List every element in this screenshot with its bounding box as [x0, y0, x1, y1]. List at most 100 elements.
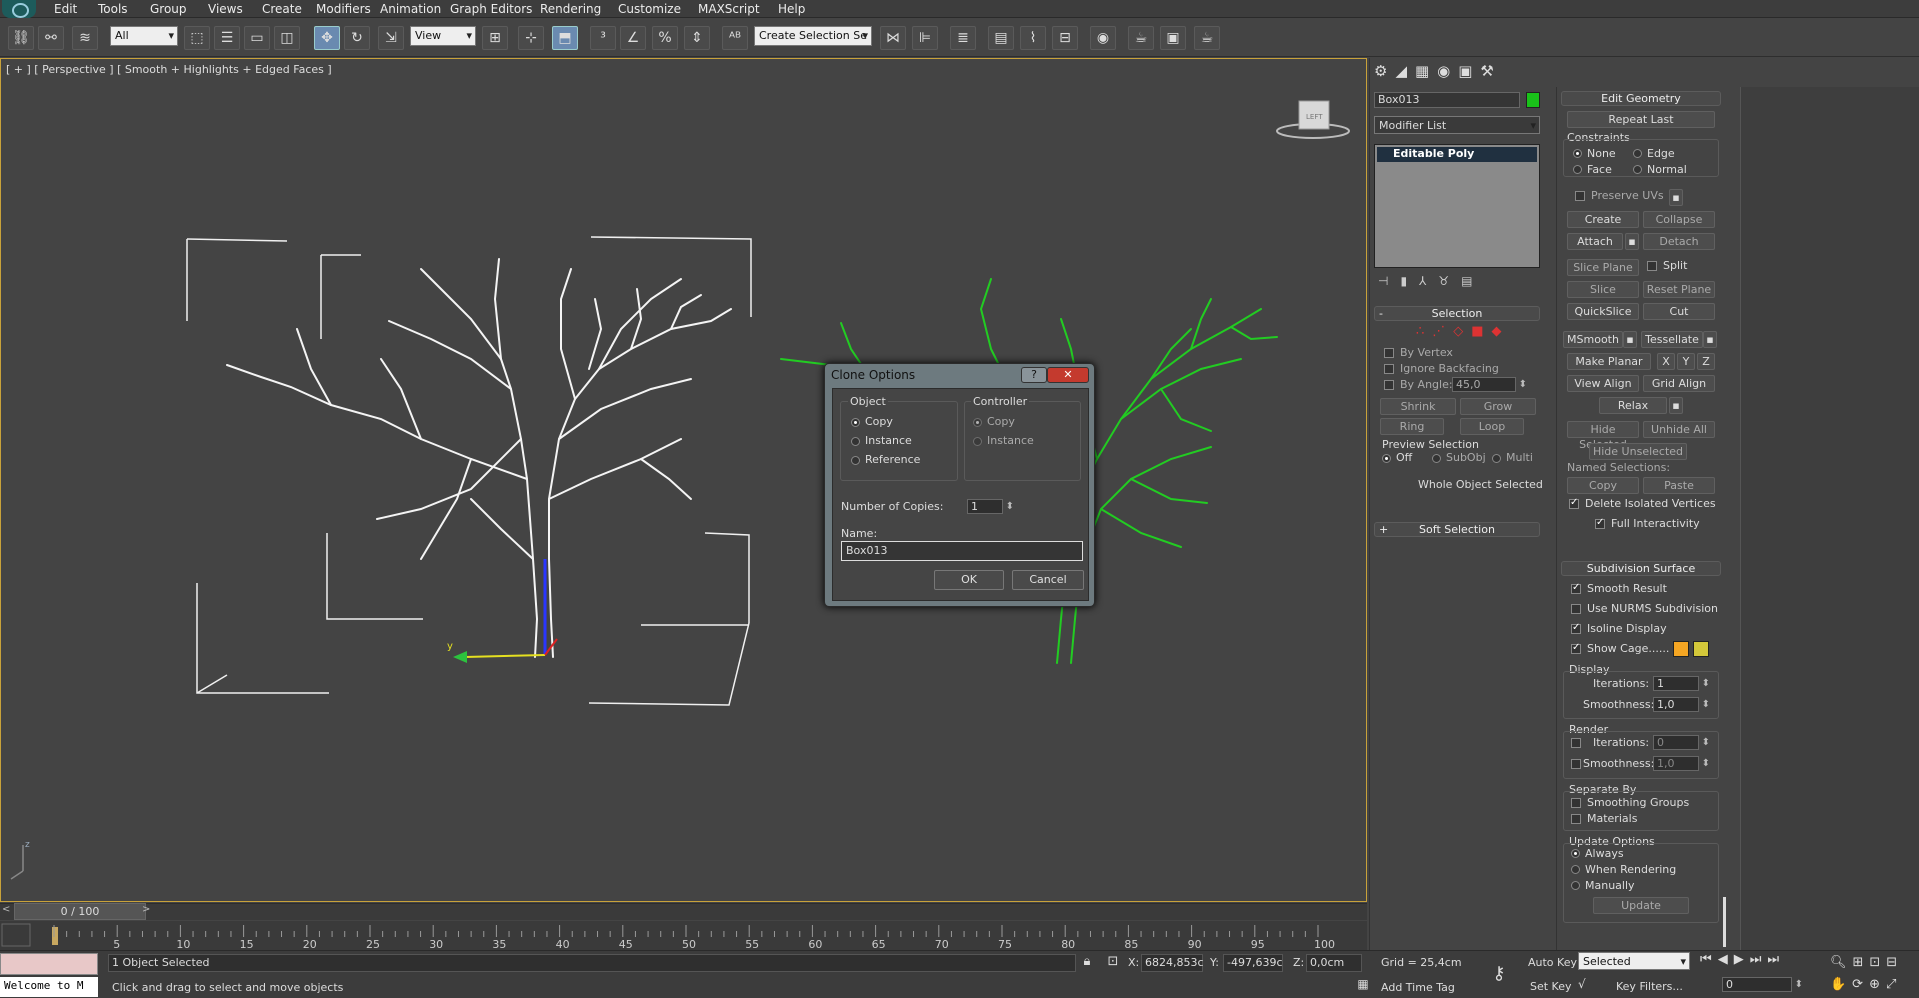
menu-edit[interactable]: Edit	[54, 1, 77, 17]
add-time-tag[interactable]: Add Time Tag	[1381, 981, 1455, 994]
reference-coordinate-dropdown[interactable]: View	[410, 26, 476, 46]
by-vertex-checkbox[interactable]	[1384, 348, 1394, 358]
shrink-button[interactable]: Shrink	[1380, 398, 1456, 415]
constraint-normal-radio[interactable]	[1633, 165, 1642, 174]
y-coordinate[interactable]: -497,639c	[1223, 954, 1283, 972]
full-interactivity-checkbox[interactable]	[1595, 517, 1605, 529]
preserve-uvs-settings-icon[interactable]: ▪	[1669, 189, 1683, 206]
menu-tools[interactable]: Tools	[98, 1, 128, 17]
attach-button[interactable]: Attach	[1567, 233, 1623, 250]
key-mode-dropdown[interactable]: Selected	[1578, 952, 1690, 971]
render-iterations-checkbox[interactable]	[1571, 738, 1581, 748]
graphite-tools-icon[interactable]: ▤	[988, 26, 1014, 50]
preserve-uvs-checkbox[interactable]	[1575, 191, 1585, 201]
show-cage-checkbox[interactable]	[1571, 642, 1581, 654]
menu-rendering[interactable]: Rendering	[540, 1, 601, 17]
select-manipulate-icon[interactable]: ⊹	[518, 26, 544, 50]
update-button[interactable]: Update	[1593, 897, 1689, 914]
bind-space-warp-icon[interactable]: ≋	[72, 26, 98, 50]
split-checkbox[interactable]	[1647, 261, 1657, 271]
relax-button[interactable]: Relax	[1599, 397, 1667, 414]
menu-customize[interactable]: Customize	[618, 1, 681, 17]
material-editor-icon[interactable]: ◉	[1090, 26, 1116, 50]
rollout-scrollbar[interactable]	[1723, 897, 1726, 947]
selection-rollout-header[interactable]: - Selection	[1374, 306, 1540, 321]
edit-geometry-header[interactable]: Edit Geometry	[1561, 91, 1721, 106]
x-coordinate[interactable]: 6824,853c	[1141, 954, 1204, 972]
time-slider-thumb[interactable]: 0 / 100	[14, 903, 146, 920]
reset-plane-button[interactable]: Reset Plane	[1643, 281, 1715, 298]
cage-color-2-swatch[interactable]	[1693, 641, 1709, 657]
isoline-display-checkbox[interactable]	[1571, 622, 1581, 634]
select-by-name-icon[interactable]: ☰	[214, 26, 240, 50]
render-smoothness-checkbox[interactable]	[1571, 759, 1581, 769]
render-production-icon[interactable]: ☕	[1194, 26, 1220, 50]
collapse-button[interactable]: Collapse	[1643, 211, 1715, 228]
angle-snap-icon[interactable]: ∠	[620, 26, 646, 50]
hide-selected-button[interactable]: Hide Selected	[1567, 421, 1639, 451]
menu-maxscript[interactable]: MAXScript	[698, 1, 760, 17]
controller-instance-radio[interactable]	[973, 437, 982, 446]
smooth-result-checkbox[interactable]	[1571, 582, 1581, 594]
slice-plane-button[interactable]: Slice Plane	[1567, 259, 1639, 276]
modifier-stack[interactable]: Editable Poly	[1374, 144, 1540, 268]
absolute-mode-icon[interactable]: ⊡	[1104, 954, 1122, 972]
percent-snap-icon[interactable]: %	[652, 26, 678, 50]
grid-align-button[interactable]: Grid Align	[1643, 375, 1715, 392]
maxscript-listener-top[interactable]	[0, 953, 98, 975]
help-icon[interactable]: ?	[1021, 367, 1047, 383]
schematic-view-icon[interactable]: ⊟	[1052, 26, 1078, 50]
subdivision-surface-header[interactable]: Subdivision Surface	[1561, 561, 1721, 576]
menu-views[interactable]: Views	[208, 1, 243, 17]
current-frame-spinner[interactable]: 0	[1722, 977, 1803, 992]
preview-multi-radio[interactable]	[1492, 454, 1501, 463]
constraint-edge-radio[interactable]	[1633, 149, 1642, 158]
render-iterations-spinner[interactable]: 0	[1653, 735, 1710, 750]
named-selection-dropdown[interactable]: Create Selection Se	[754, 26, 872, 46]
planar-z-button[interactable]: Z	[1697, 353, 1715, 370]
spinner-snap-icon[interactable]: ⇕	[684, 26, 710, 50]
ignore-backfacing-checkbox[interactable]	[1384, 364, 1394, 374]
menu-graph-editors[interactable]: Graph Editors	[450, 1, 532, 17]
command-panel-tabs[interactable]: ⚙◢▦◉▣⚒	[1374, 62, 1554, 84]
keyboard-shortcut-icon[interactable]: ⬒	[552, 26, 578, 50]
mirror-icon[interactable]: ⋈	[880, 26, 906, 50]
maxscript-mini-listener[interactable]: Welcome to M	[0, 977, 98, 997]
ring-button[interactable]: Ring	[1380, 418, 1444, 435]
pivot-center-icon[interactable]: ⊞	[482, 26, 508, 50]
link-icon[interactable]: ⛓	[8, 26, 34, 50]
prev-frame-icon[interactable]: <	[2, 904, 12, 919]
by-angle-checkbox[interactable]	[1384, 380, 1394, 390]
name-input[interactable]: Box013	[841, 541, 1083, 561]
object-color-swatch[interactable]	[1526, 92, 1540, 108]
tree-selected[interactable]	[226, 258, 732, 658]
preview-subobj-radio[interactable]	[1432, 454, 1441, 463]
smoothing-groups-checkbox[interactable]	[1571, 798, 1581, 808]
preview-off-radio[interactable]	[1382, 454, 1391, 463]
key-tangent-icon[interactable]: √	[1578, 977, 1598, 995]
viewcube-icon[interactable]: LEFT	[1276, 100, 1350, 139]
snaps-toggle-icon[interactable]: ³	[590, 26, 616, 50]
quickslice-button[interactable]: QuickSlice	[1567, 303, 1639, 320]
angle-spinner[interactable]: 45,0	[1452, 377, 1527, 392]
msmooth-button[interactable]: MSmooth	[1563, 331, 1623, 348]
set-key-icon[interactable]: ⚷	[1484, 963, 1514, 987]
constraint-none-radio[interactable]	[1573, 149, 1582, 158]
tessellate-button[interactable]: Tessellate	[1641, 331, 1703, 348]
layer-manager-icon[interactable]: ≣	[950, 26, 976, 50]
menu-group[interactable]: Group	[150, 1, 187, 17]
perspective-viewport[interactable]: [ + ] [ Perspective ] [ Smooth + Highlig…	[0, 58, 1367, 902]
named-paste-button[interactable]: Paste	[1643, 477, 1715, 494]
materials-checkbox[interactable]	[1571, 814, 1581, 824]
display-iterations-spinner[interactable]: 1	[1653, 676, 1710, 691]
view-align-button[interactable]: View Align	[1567, 375, 1639, 392]
object-name-field[interactable]: Box013	[1374, 92, 1520, 108]
edit-named-selection-icon[interactable]: ᴬᴮ	[722, 26, 748, 50]
update-always-radio[interactable]	[1571, 849, 1580, 858]
update-when-rendering-radio[interactable]	[1571, 865, 1580, 874]
grow-button[interactable]: Grow	[1460, 398, 1536, 415]
display-smoothness-spinner[interactable]: 1,0	[1653, 697, 1710, 712]
close-icon[interactable]: ✕	[1047, 367, 1089, 383]
subobject-level-icons[interactable]: ∴⋰◇■◆	[1416, 324, 1526, 340]
move-gizmo[interactable]: y	[447, 559, 558, 663]
